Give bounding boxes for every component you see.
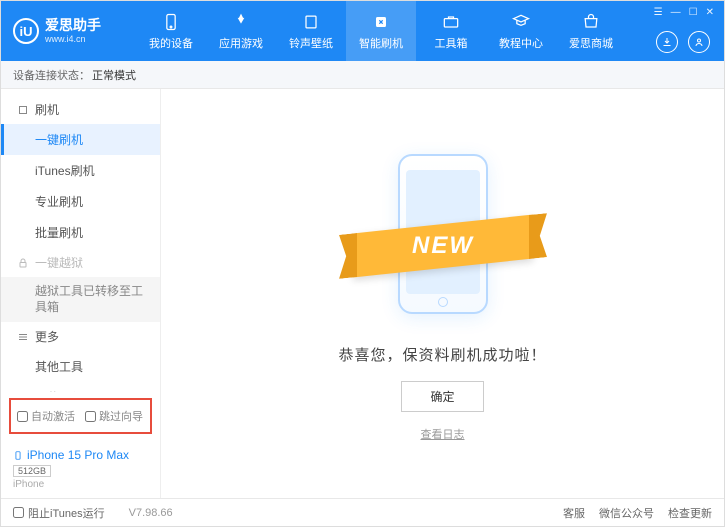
checkbox-skip-guide[interactable]: 跳过向导 xyxy=(85,408,143,424)
sidebar-item-download-firmware[interactable]: 下载固件 xyxy=(1,382,160,392)
logo-title: 爱思助手 xyxy=(45,18,101,33)
status-label: 设备连接状态： xyxy=(13,67,90,83)
nav-label: 教程中心 xyxy=(499,35,543,51)
nav-store[interactable]: 爱思商城 xyxy=(556,1,626,61)
sidebar-group-flash[interactable]: 刷机 xyxy=(1,95,160,124)
settings-icon[interactable]: ☰ xyxy=(654,7,663,18)
footer: 阻止iTunes运行 V7.98.66 客服 微信公众号 检查更新 xyxy=(1,498,724,526)
sidebar: 刷机 一键刷机 iTunes刷机 专业刷机 批量刷机 一键越狱 越狱工具已转移至… xyxy=(1,89,161,498)
footer-link-update[interactable]: 检查更新 xyxy=(668,505,712,521)
view-log-link[interactable]: 查看日志 xyxy=(421,426,465,442)
checkbox-block-itunes[interactable]: 阻止iTunes运行 xyxy=(13,505,105,521)
status-value: 正常模式 xyxy=(92,67,136,83)
status-bar: 设备连接状态： 正常模式 xyxy=(1,61,724,89)
maximize-icon[interactable]: ☐ xyxy=(689,7,698,18)
download-icon[interactable] xyxy=(656,31,678,53)
nav-label: 爱思商城 xyxy=(569,35,613,51)
main-content: NEW 恭喜您，保资料刷机成功啦！ 确定 查看日志 xyxy=(161,89,724,498)
sidebar-item-pro-flash[interactable]: 专业刷机 xyxy=(1,186,160,217)
banner-text: NEW xyxy=(412,232,474,260)
sidebar-group-jailbreak: 一键越狱 xyxy=(1,248,160,277)
header: iU 爱思助手 www.i4.cn 我的设备 应用游戏 铃声壁纸 智能刷机 xyxy=(1,1,724,61)
window-controls: ☰ — ☐ ✕ xyxy=(654,7,714,18)
footer-link-support[interactable]: 客服 xyxy=(563,505,585,521)
device-name[interactable]: iPhone 15 Pro Max xyxy=(13,448,148,462)
nav-label: 我的设备 xyxy=(149,35,193,51)
sidebar-item-onekey-flash[interactable]: 一键刷机 xyxy=(1,124,160,155)
nav-apps[interactable]: 应用游戏 xyxy=(206,1,276,61)
version-label: V7.98.66 xyxy=(129,507,173,519)
phone-illustration: NEW xyxy=(343,146,543,326)
checkbox-auto-activate[interactable]: 自动激活 xyxy=(17,408,75,424)
top-nav: 我的设备 应用游戏 铃声壁纸 智能刷机 工具箱 教程中心 xyxy=(136,1,626,61)
nav-label: 工具箱 xyxy=(435,35,468,51)
nav-ringtones[interactable]: 铃声壁纸 xyxy=(276,1,346,61)
nav-toolbox[interactable]: 工具箱 xyxy=(416,1,486,61)
nav-my-device[interactable]: 我的设备 xyxy=(136,1,206,61)
sidebar-item-jail-note: 越狱工具已转移至工具箱 xyxy=(1,277,160,322)
device-info: iPhone 15 Pro Max 512GB iPhone xyxy=(1,440,160,498)
nav-flash[interactable]: 智能刷机 xyxy=(346,1,416,61)
checkbox-area: 自动激活 跳过向导 xyxy=(9,398,152,434)
nav-label: 应用游戏 xyxy=(219,35,263,51)
nav-tutorials[interactable]: 教程中心 xyxy=(486,1,556,61)
logo-icon: iU xyxy=(13,18,39,44)
sidebar-item-batch-flash[interactable]: 批量刷机 xyxy=(1,217,160,248)
minimize-icon[interactable]: — xyxy=(671,7,681,18)
footer-link-wechat[interactable]: 微信公众号 xyxy=(599,505,654,521)
sidebar-item-itunes-flash[interactable]: iTunes刷机 xyxy=(1,155,160,186)
sidebar-group-more[interactable]: 更多 xyxy=(1,322,160,351)
logo: iU 爱思助手 www.i4.cn xyxy=(1,18,136,44)
close-icon[interactable]: ✕ xyxy=(706,7,714,18)
logo-url: www.i4.cn xyxy=(45,34,101,44)
nav-label: 智能刷机 xyxy=(359,35,403,51)
nav-label: 铃声壁纸 xyxy=(289,35,333,51)
sidebar-item-other-tools[interactable]: 其他工具 xyxy=(1,351,160,382)
user-icon[interactable] xyxy=(688,31,710,53)
ok-button[interactable]: 确定 xyxy=(401,381,483,412)
device-storage: 512GB xyxy=(13,465,51,477)
device-type: iPhone xyxy=(13,479,148,490)
success-message: 恭喜您，保资料刷机成功啦！ xyxy=(338,344,546,365)
